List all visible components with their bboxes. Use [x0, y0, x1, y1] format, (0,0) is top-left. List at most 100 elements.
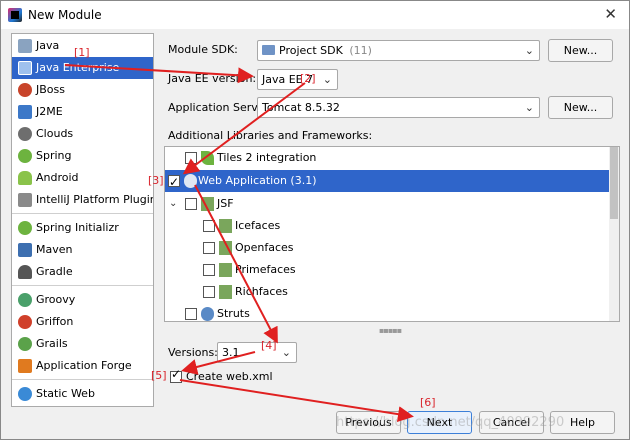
- javaee-version-label: Java EE version:: [168, 72, 257, 85]
- icefaces-checkbox[interactable]: [203, 220, 215, 232]
- sidebar-item-label: Java Enterprise: [36, 61, 120, 74]
- sidebar-item-griffon[interactable]: Griffon: [12, 311, 153, 333]
- new-module-dialog: New Module ✕ Java Java Enterprise JBoss …: [0, 0, 630, 440]
- sidebar-item-maven[interactable]: Maven: [12, 239, 153, 261]
- gradle-icon: [18, 265, 32, 279]
- panel-splitter-grip[interactable]: ▪▪▪▪▪: [379, 326, 402, 335]
- sidebar-item-label: Spring: [36, 149, 72, 162]
- library-row-tiles[interactable]: Tiles 2 integration: [165, 147, 611, 169]
- sdk-folder-icon: [262, 45, 275, 55]
- create-webxml-option[interactable]: Create web.xml: [169, 367, 289, 386]
- java-enterprise-icon: [18, 61, 32, 75]
- tiles-checkbox[interactable]: [185, 152, 197, 164]
- library-row-web-application[interactable]: Web Application (3.1): [165, 170, 611, 193]
- sidebar-item-application-forge[interactable]: Application Forge: [12, 355, 153, 377]
- library-label: JSF: [217, 197, 234, 210]
- scrollbar-thumb[interactable]: [610, 147, 618, 219]
- previous-button[interactable]: Previous: [336, 411, 401, 434]
- module-type-list[interactable]: Java Java Enterprise JBoss J2ME Clouds S…: [11, 33, 154, 407]
- application-forge-icon: [18, 359, 32, 373]
- window-title: New Module: [28, 8, 102, 22]
- sidebar-item-jboss[interactable]: JBoss: [12, 79, 153, 101]
- sidebar-item-spring[interactable]: Spring: [12, 145, 153, 167]
- module-sdk-select[interactable]: Project SDK (11) ⌄: [257, 40, 540, 61]
- next-button[interactable]: Next: [407, 411, 472, 434]
- sidebar-divider: [12, 379, 153, 380]
- sdk-version: (11): [349, 44, 372, 57]
- sidebar-divider: [12, 213, 153, 214]
- library-label: Openfaces: [235, 241, 294, 254]
- versions-select[interactable]: 3.1 ⌄: [217, 342, 297, 363]
- chevron-down-icon: ⌄: [524, 101, 534, 114]
- javaee-version-select[interactable]: Java EE 7 ⌄: [257, 69, 338, 90]
- j2me-icon: [18, 105, 32, 119]
- clouds-icon: [18, 127, 32, 141]
- jsf-checkbox[interactable]: [185, 198, 197, 210]
- maven-icon: [18, 243, 32, 257]
- library-label: Icefaces: [235, 219, 281, 232]
- close-icon[interactable]: ✕: [604, 5, 617, 23]
- annotation-2: [2]: [300, 72, 316, 85]
- sidebar-item-static-web[interactable]: Static Web: [12, 383, 153, 405]
- versions-label: Versions:: [168, 346, 218, 359]
- sidebar-item-label: Maven: [36, 243, 73, 256]
- libraries-label: Additional Libraries and Frameworks:: [168, 129, 373, 142]
- sidebar-item-label: Android: [36, 171, 79, 184]
- openfaces-checkbox[interactable]: [203, 242, 215, 254]
- sidebar-item-label: Grails: [36, 337, 68, 350]
- library-row-jsf[interactable]: ⌄ JSF: [165, 193, 611, 215]
- sidebar-item-java-enterprise[interactable]: Java Enterprise: [12, 57, 153, 79]
- sidebar-item-label: JBoss: [36, 83, 65, 96]
- sidebar-item-gradle[interactable]: Gradle: [12, 261, 153, 283]
- library-label: Primefaces: [235, 263, 296, 276]
- primefaces-checkbox[interactable]: [203, 264, 215, 276]
- library-row-primefaces[interactable]: Primefaces: [165, 259, 611, 281]
- sidebar-item-grails[interactable]: Grails: [12, 333, 153, 355]
- primefaces-icon: [219, 263, 232, 277]
- library-row-openfaces[interactable]: Openfaces: [165, 237, 611, 259]
- web-application-icon: [184, 174, 197, 188]
- sidebar-item-android[interactable]: Android: [12, 167, 153, 189]
- library-label: Richfaces: [235, 285, 288, 298]
- library-row-struts[interactable]: Struts: [165, 303, 611, 321]
- sidebar-item-groovy[interactable]: Groovy: [12, 289, 153, 311]
- sidebar-item-intellij-platform-plugin[interactable]: IntelliJ Platform Plugin: [12, 189, 153, 211]
- sidebar-item-label: Groovy: [36, 293, 76, 306]
- richfaces-checkbox[interactable]: [203, 286, 215, 298]
- create-webxml-label: Create web.xml: [186, 370, 273, 383]
- chevron-down-icon[interactable]: ⌄: [169, 193, 177, 215]
- struts-checkbox[interactable]: [185, 308, 197, 320]
- grails-icon: [18, 337, 32, 351]
- sidebar-item-label: Static Web: [36, 387, 95, 400]
- libraries-tree[interactable]: Tiles 2 integration Web Application (3.1…: [164, 146, 620, 322]
- static-web-icon: [18, 387, 32, 401]
- new-server-button[interactable]: New...: [548, 96, 613, 119]
- sidebar-item-spring-initializr[interactable]: Spring Initializr: [12, 217, 153, 239]
- openfaces-icon: [219, 241, 232, 255]
- new-sdk-button[interactable]: New...: [548, 39, 613, 62]
- web-application-checkbox[interactable]: [168, 171, 180, 193]
- create-webxml-checkbox[interactable]: [170, 367, 182, 383]
- intellij-app-icon: [8, 8, 22, 22]
- chevron-down-icon: ⌄: [281, 346, 291, 359]
- sidebar-item-label: Clouds: [36, 127, 74, 140]
- annotation-1: [1]: [74, 46, 90, 59]
- title-bar: New Module ✕: [1, 1, 629, 29]
- library-label: Web Application (3.1): [198, 174, 317, 187]
- library-row-icefaces[interactable]: Icefaces: [165, 215, 611, 237]
- application-server-select[interactable]: Tomcat 8.5.32 ⌄: [257, 97, 540, 118]
- sidebar-item-label: Griffon: [36, 315, 74, 328]
- sidebar-item-label: J2ME: [36, 105, 63, 118]
- sidebar-item-label: IntelliJ Platform Plugin: [36, 193, 154, 206]
- sidebar-item-clouds[interactable]: Clouds: [12, 123, 153, 145]
- sidebar-item-j2me[interactable]: J2ME: [12, 101, 153, 123]
- spring-initializr-icon: [18, 221, 32, 235]
- folder-icon: [18, 39, 32, 53]
- chevron-down-icon: ⌄: [524, 44, 534, 57]
- groovy-icon: [18, 293, 32, 307]
- annotation-5: [5]: [151, 369, 167, 382]
- library-row-richfaces[interactable]: Richfaces: [165, 281, 611, 303]
- help-button[interactable]: Help: [550, 411, 615, 434]
- cancel-button[interactable]: Cancel: [479, 411, 544, 434]
- libraries-scrollbar[interactable]: [609, 147, 619, 321]
